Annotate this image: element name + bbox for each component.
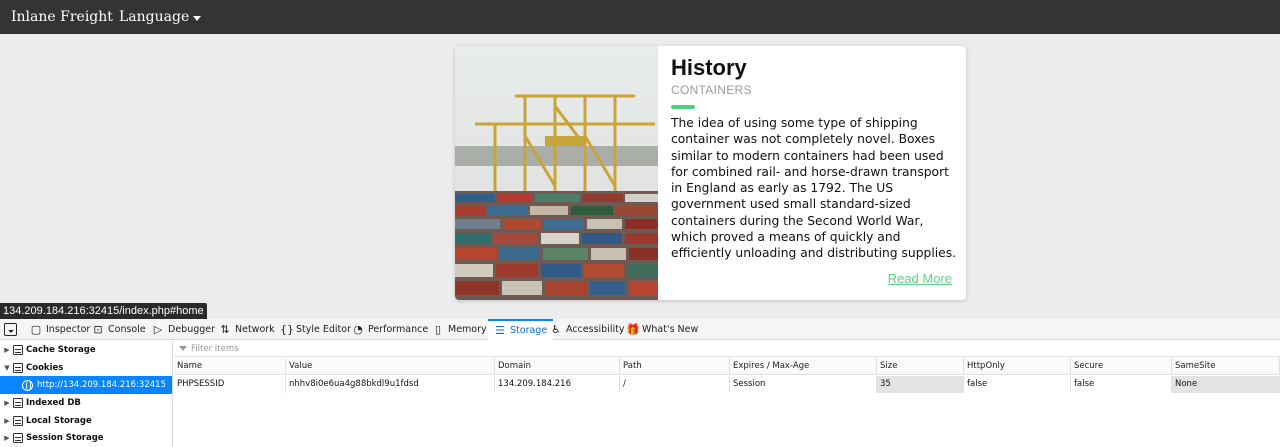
tab-debugger[interactable]: ▷ Debugger: [152, 319, 215, 340]
cookie-name[interactable]: PHPSESSID: [174, 376, 286, 393]
table-row[interactable]: PHPSESSID nhhv8i0e6ua4g88bkdl9u1fdsd 134…: [174, 376, 1280, 393]
column-header[interactable]: Secure: [1071, 358, 1172, 375]
filter-icon: [179, 346, 187, 351]
database-icon: [13, 398, 23, 408]
network-icon: ⇅: [220, 323, 230, 336]
devtools-toolbar: ▢ Inspector ⊡ Console ▷ Debugger ⇅ Netwo…: [0, 319, 1280, 340]
expand-arrow-icon[interactable]: ▶: [2, 434, 12, 442]
brand-link[interactable]: Inlane Freight: [11, 9, 113, 25]
table-header: Name Value Domain Path Expires / Max-Age…: [174, 358, 1280, 375]
tree-item-cookie-origin[interactable]: http://134.209.184.216:32415: [0, 376, 172, 394]
column-header[interactable]: Domain: [495, 358, 620, 375]
cookie-domain[interactable]: 134.209.184.216: [495, 376, 620, 393]
filter-input[interactable]: Filter Items: [191, 344, 239, 354]
column-header[interactable]: Value: [286, 358, 495, 375]
database-icon: [13, 416, 23, 426]
card-body: History CONTAINERS The idea of using som…: [671, 54, 961, 262]
caret-down-icon: [193, 15, 202, 21]
storage-sidebar: ▶ Cache Storage ▼ Cookies http://134.209…: [0, 341, 173, 447]
accessibility-icon: ♿: [551, 323, 561, 336]
storage-icon: ☰: [495, 324, 505, 337]
console-icon: ⊡: [93, 323, 103, 336]
tab-network[interactable]: ⇅ Network: [219, 319, 274, 340]
inspector-icon: ▢: [30, 323, 42, 336]
status-url-tooltip: 134.209.184.216:32415/index.php#home: [0, 303, 207, 319]
cookie-httponly[interactable]: false: [964, 376, 1071, 393]
language-label: Language: [119, 9, 190, 25]
cookie-value[interactable]: nhhv8i0e6ua4g88bkdl9u1fdsd: [286, 376, 495, 393]
expand-arrow-icon[interactable]: ▶: [2, 417, 12, 425]
column-header[interactable]: Name: [174, 358, 286, 375]
tab-console[interactable]: ⊡ Console: [92, 319, 145, 340]
gift-icon: 🎁: [626, 323, 640, 336]
accent-divider: [671, 105, 695, 109]
tab-inspector[interactable]: ▢ Inspector: [30, 319, 91, 340]
tab-accessibility[interactable]: ♿ Accessibility: [550, 319, 624, 340]
read-more-link[interactable]: Read More: [888, 271, 952, 286]
tab-whats-new[interactable]: 🎁 What's New: [626, 319, 698, 340]
cookie-secure[interactable]: false: [1071, 376, 1172, 393]
column-header[interactable]: Path: [620, 358, 730, 375]
column-header[interactable]: HttpOnly: [964, 358, 1071, 375]
tab-memory[interactable]: ▯ Memory: [432, 319, 487, 340]
filter-bar[interactable]: Filter Items: [174, 341, 1280, 357]
devtools-panel: ▢ Inspector ⊡ Console ▷ Debugger ⇅ Netwo…: [0, 319, 1280, 447]
card-title: History: [671, 55, 747, 80]
tree-item-local-storage[interactable]: ▶ Local Storage: [0, 412, 172, 430]
database-icon: [13, 345, 23, 355]
element-picker-icon[interactable]: [4, 323, 17, 336]
tree-item-indexed-db[interactable]: ▶ Indexed DB: [0, 394, 172, 412]
cookie-expires[interactable]: Session: [730, 376, 877, 393]
tree-item-cookies[interactable]: ▼ Cookies: [0, 359, 172, 377]
cookie-samesite[interactable]: None: [1172, 376, 1280, 393]
card-description: The idea of using some type of shipping …: [671, 116, 957, 261]
expand-arrow-icon[interactable]: ▶: [2, 346, 12, 354]
storage-main: Filter Items Name Value Domain Path Expi…: [174, 341, 1280, 447]
performance-icon: ◔: [353, 323, 363, 336]
globe-icon: [22, 379, 33, 391]
tab-storage[interactable]: ☰ Storage: [488, 319, 554, 340]
tab-style-editor[interactable]: {} Style Editor: [280, 319, 351, 340]
database-icon: [13, 363, 23, 373]
column-header[interactable]: Expires / Max-Age: [730, 358, 877, 375]
top-navbar: Inlane Freight Language: [0, 0, 1280, 34]
card-subtitle: CONTAINERS: [671, 83, 752, 97]
column-header[interactable]: Size: [877, 358, 964, 375]
collapse-arrow-icon[interactable]: ▼: [2, 364, 12, 372]
container-port-image: [455, 46, 658, 300]
database-icon: [13, 433, 23, 443]
cookie-size[interactable]: 35: [877, 376, 964, 393]
expand-arrow-icon[interactable]: ▶: [2, 399, 12, 407]
history-card: History CONTAINERS The idea of using som…: [455, 46, 966, 300]
column-header[interactable]: SameSite: [1172, 358, 1280, 375]
memory-icon: ▯: [434, 323, 442, 336]
tree-item-session-storage[interactable]: ▶ Session Storage: [0, 429, 172, 447]
debugger-icon: ▷: [153, 323, 163, 336]
tab-performance[interactable]: ◔ Performance: [352, 319, 428, 340]
cookie-path[interactable]: /: [620, 376, 730, 393]
style-editor-icon: {}: [280, 323, 294, 336]
language-dropdown[interactable]: Language: [119, 9, 202, 25]
tree-item-cache-storage[interactable]: ▶ Cache Storage: [0, 341, 172, 359]
